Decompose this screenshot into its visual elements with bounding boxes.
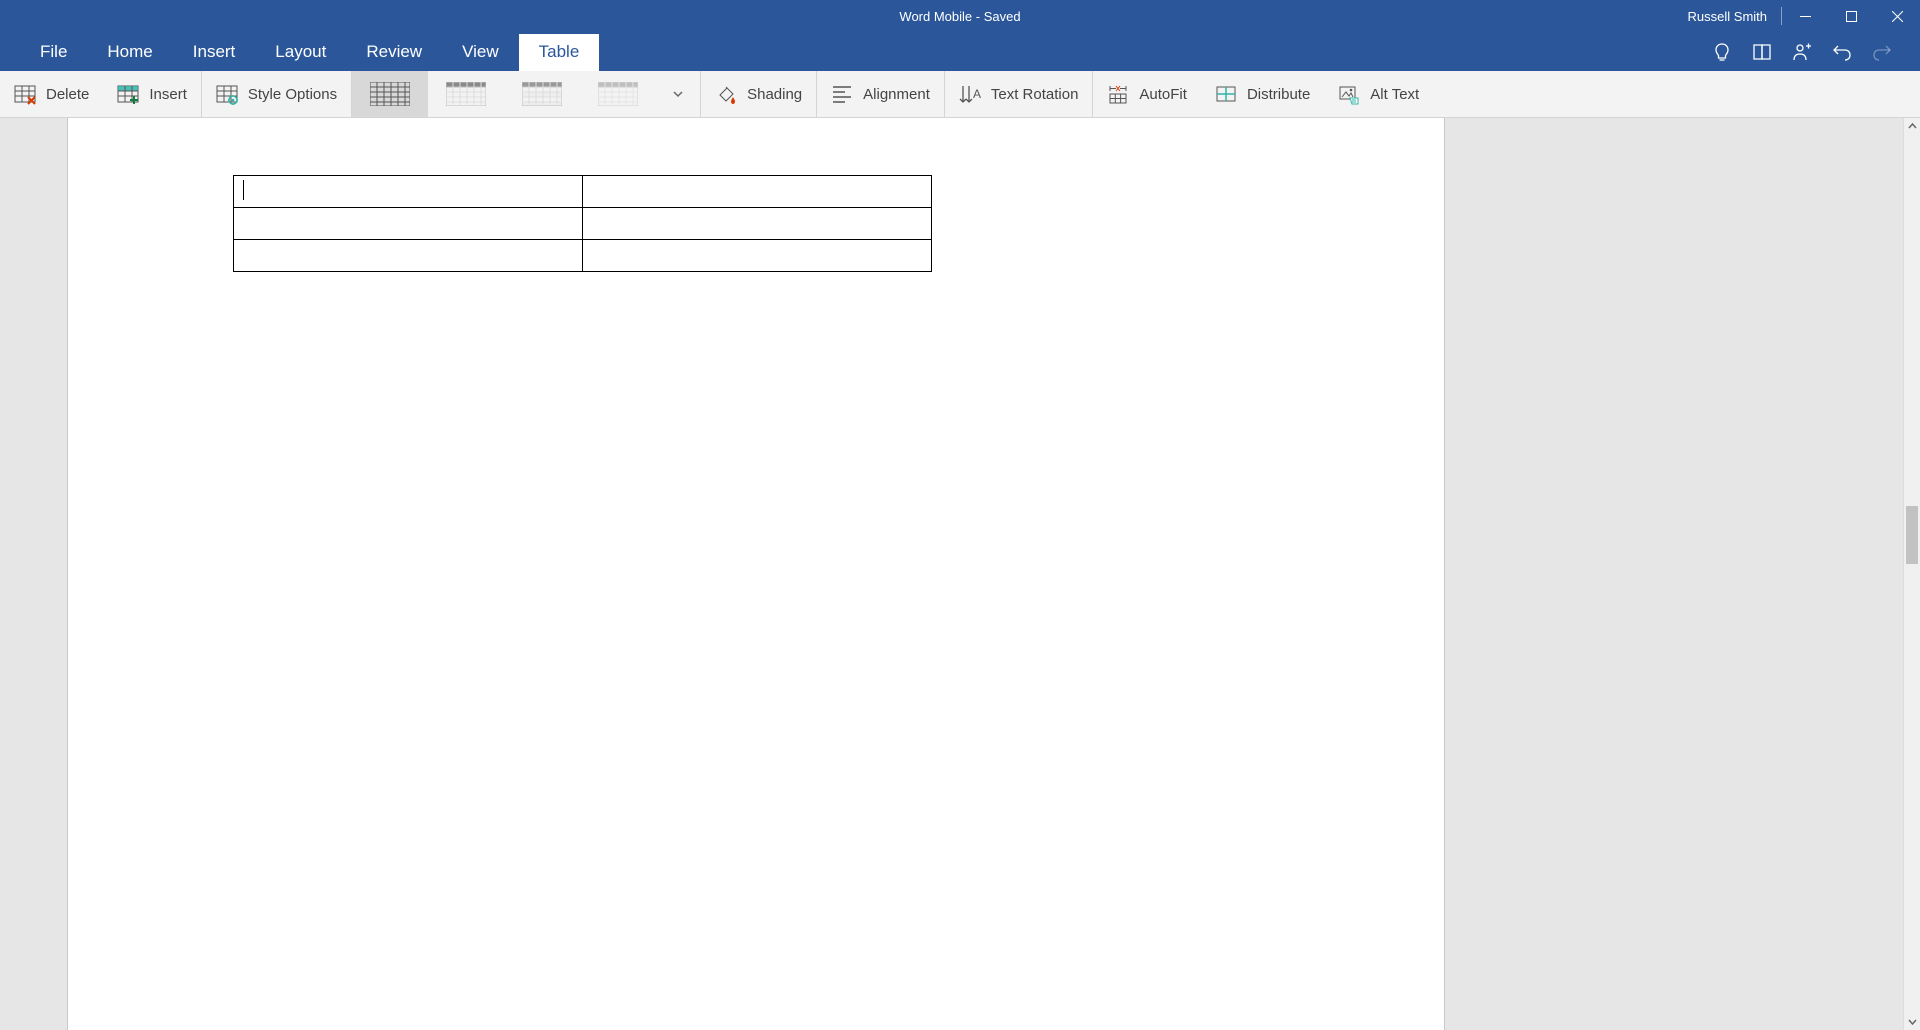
read-mode-button[interactable] — [1742, 32, 1782, 71]
tab-review[interactable]: Review — [346, 34, 442, 71]
shading-label: Shading — [747, 86, 802, 103]
distribute-icon — [1215, 83, 1237, 105]
chevron-down-icon — [1908, 1017, 1917, 1026]
undo-icon — [1832, 42, 1852, 62]
tab-layout[interactable]: Layout — [255, 34, 346, 71]
table-styles-more-button[interactable] — [656, 71, 700, 117]
table-cell[interactable] — [234, 240, 583, 272]
table-style-3[interactable] — [504, 71, 580, 117]
table-cell[interactable] — [234, 208, 583, 240]
tab-home[interactable]: Home — [87, 34, 172, 71]
insert-table-icon — [117, 83, 139, 105]
redo-button[interactable] — [1862, 32, 1902, 71]
redo-icon — [1872, 42, 1892, 62]
table-style-banded-icon — [522, 82, 562, 106]
table-cell[interactable] — [583, 208, 932, 240]
tab-table[interactable]: Table — [519, 34, 600, 71]
chevron-down-icon — [672, 88, 684, 100]
maximize-button[interactable] — [1828, 0, 1874, 32]
alignment-label: Alignment — [863, 86, 930, 103]
table-style-4[interactable] — [580, 71, 656, 117]
alt-text-button[interactable]: Alt Text — [1324, 71, 1433, 117]
document-table[interactable] — [233, 175, 932, 272]
table-style-light-icon — [598, 82, 638, 106]
distribute-label: Distribute — [1247, 86, 1310, 103]
table-row[interactable] — [234, 240, 932, 272]
style-options-button[interactable]: Style Options — [202, 71, 351, 117]
document-viewport[interactable] — [0, 118, 1920, 1030]
table-style-1[interactable] — [352, 71, 428, 117]
tab-file[interactable]: File — [20, 34, 87, 71]
scroll-up-button[interactable] — [1904, 118, 1920, 135]
lightbulb-icon — [1712, 42, 1732, 62]
style-options-icon — [216, 83, 238, 105]
alignment-icon — [831, 83, 853, 105]
ribbon-table: Delete Insert — [0, 71, 1920, 118]
scrollbar-thumb[interactable] — [1906, 506, 1918, 564]
table-style-2[interactable] — [428, 71, 504, 117]
minimize-button[interactable] — [1782, 0, 1828, 32]
tab-view[interactable]: View — [442, 34, 519, 71]
text-rotation-label: Text Rotation — [991, 86, 1079, 103]
share-button[interactable] — [1782, 32, 1822, 71]
alt-text-label: Alt Text — [1370, 86, 1419, 103]
user-name[interactable]: Russell Smith — [1674, 9, 1781, 24]
table-style-grid-icon — [370, 82, 410, 106]
table-row[interactable] — [234, 208, 932, 240]
autofit-button[interactable]: AutoFit — [1093, 71, 1201, 117]
delete-button[interactable]: Delete — [0, 71, 103, 117]
alt-text-icon — [1338, 83, 1360, 105]
shading-button[interactable]: Shading — [701, 71, 816, 117]
table-cell[interactable] — [234, 176, 583, 208]
close-icon — [1892, 11, 1903, 22]
vertical-scrollbar[interactable] — [1903, 118, 1920, 1030]
window-title: Word Mobile - Saved — [899, 9, 1020, 24]
table-row[interactable] — [234, 176, 932, 208]
tab-insert[interactable]: Insert — [173, 34, 256, 71]
book-icon — [1752, 42, 1772, 62]
style-options-label: Style Options — [248, 86, 337, 103]
title-bar: Word Mobile - Saved Russell Smith — [0, 0, 1920, 32]
distribute-button[interactable]: Distribute — [1201, 71, 1324, 117]
insert-label: Insert — [149, 86, 187, 103]
shading-icon — [715, 83, 737, 105]
delete-label: Delete — [46, 86, 89, 103]
person-share-icon — [1792, 42, 1812, 62]
table-cell[interactable] — [583, 176, 932, 208]
table-cell[interactable] — [583, 240, 932, 272]
chevron-up-icon — [1908, 122, 1917, 131]
text-rotation-icon: A — [959, 83, 981, 105]
undo-button[interactable] — [1822, 32, 1862, 71]
autofit-icon — [1107, 83, 1129, 105]
close-button[interactable] — [1874, 0, 1920, 32]
document-page[interactable] — [67, 118, 1445, 1030]
autofit-label: AutoFit — [1139, 86, 1187, 103]
minimize-icon — [1800, 11, 1811, 22]
scroll-down-button[interactable] — [1904, 1013, 1920, 1030]
maximize-icon — [1846, 11, 1857, 22]
tab-strip: File Home Insert Layout Review View Tabl… — [0, 32, 1920, 71]
insert-button[interactable]: Insert — [103, 71, 201, 117]
alignment-button[interactable]: Alignment — [817, 71, 944, 117]
svg-text:A: A — [973, 87, 981, 101]
tell-me-button[interactable] — [1702, 32, 1742, 71]
table-style-header-icon — [446, 82, 486, 106]
delete-table-icon — [14, 83, 36, 105]
quick-access-toolbar — [1702, 32, 1920, 71]
text-rotation-button[interactable]: A Text Rotation — [945, 71, 1093, 117]
